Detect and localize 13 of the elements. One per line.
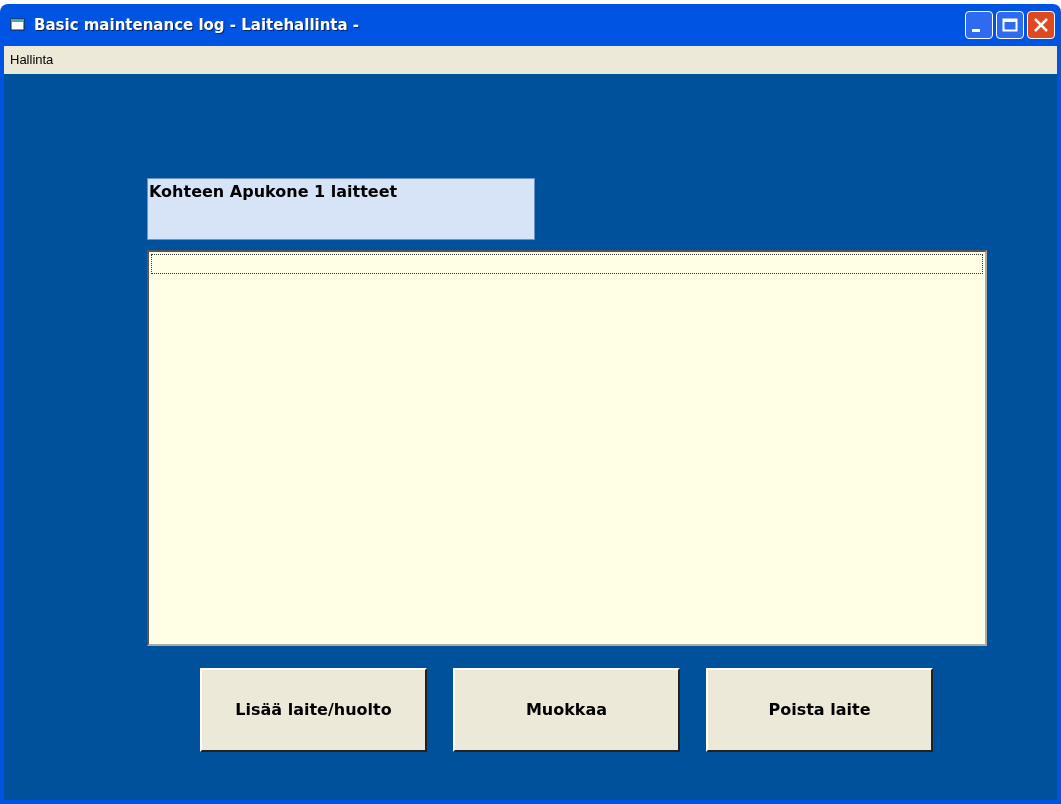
app-icon (10, 18, 26, 32)
minimize-button[interactable] (965, 11, 993, 39)
menu-item[interactable]: Hallinta (8, 50, 56, 70)
close-button[interactable] (1027, 11, 1055, 39)
heading-label: Kohteen Apukone 1 laitteet (147, 178, 535, 240)
close-icon (1033, 17, 1049, 33)
action-button[interactable]: Lisää laite/huolto (200, 668, 427, 752)
minimize-icon (972, 28, 980, 32)
maximize-button[interactable] (996, 11, 1024, 39)
maximize-icon (1002, 18, 1018, 32)
window-title: Basic maintenance log - Laitehallinta - (34, 14, 361, 36)
action-button[interactable]: Muokkaa (453, 668, 680, 752)
action-button[interactable]: Poista laite (706, 668, 933, 752)
